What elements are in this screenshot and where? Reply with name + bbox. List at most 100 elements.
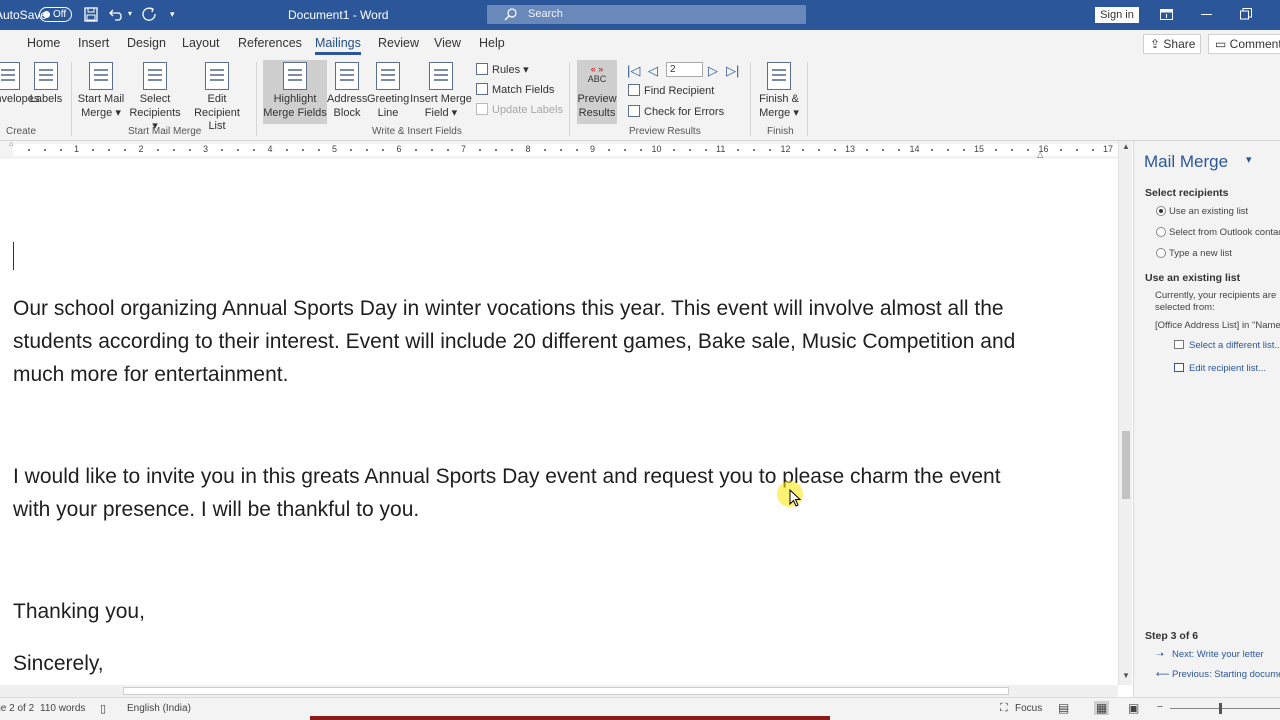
previous-step-arrow-icon: ⟵ [1156, 669, 1170, 680]
ruler-tick [446, 149, 449, 151]
start-mail-merge-icon [89, 62, 113, 90]
share-button[interactable]: ⇪ Share [1143, 34, 1201, 54]
next-step-arrow-icon: ➝ [1156, 649, 1164, 660]
tab-references[interactable]: References [238, 36, 302, 50]
preview-results-button[interactable]: « » ABC Preview Results [577, 60, 617, 124]
option-existing-list[interactable]: Use an existing list [1169, 206, 1248, 217]
web-layout-icon[interactable]: ▣ [1128, 701, 1139, 715]
check-errors-button[interactable]: Check for Errors [628, 105, 724, 118]
tab-home[interactable]: Home [27, 36, 60, 50]
start-mail-merge-button[interactable]: Start Mail Merge ▾ [76, 60, 126, 120]
previous-step-link[interactable]: Previous: Starting document [1172, 669, 1280, 680]
ruler-number: 2 [138, 144, 144, 154]
find-recipient-button[interactable]: Find Recipient [628, 84, 714, 97]
document-page[interactable]: Our school organizing Annual Sports Day … [0, 159, 1118, 685]
edit-recipient-list-link[interactable]: Edit recipient list... [1189, 363, 1266, 374]
paragraph-invitation[interactable]: I would like to invite you in this great… [13, 460, 1043, 526]
zoom-slider-thumb[interactable] [1219, 703, 1222, 714]
insert-merge-field-line1: Insert Merge [410, 93, 472, 105]
next-record-icon[interactable]: ▷ [708, 63, 718, 79]
check-errors-icon [628, 105, 640, 117]
tab-design[interactable]: Design [127, 36, 166, 50]
record-number-input[interactable]: 2 [666, 62, 703, 77]
pane-options-chevron-icon[interactable]: ▾ [1246, 153, 1252, 166]
ruler-tick [866, 149, 869, 151]
edit-recipient-list-button[interactable]: Edit Recipient List [185, 60, 249, 134]
sign-in-button[interactable]: Sign in [1095, 7, 1139, 23]
paragraph-event-description[interactable]: Our school organizing Annual Sports Day … [13, 292, 1043, 391]
closing-sincerely[interactable]: Sincerely, [13, 647, 1043, 680]
language-indicator[interactable]: English (India) [127, 703, 191, 714]
address-block-button[interactable]: Address Block [327, 60, 367, 120]
restore-icon[interactable] [1240, 8, 1252, 20]
finish-merge-button[interactable]: Finish & Merge ▾ [757, 60, 801, 120]
ruler-number: 6 [396, 144, 402, 154]
page-count[interactable]: Page 2 of 2 [0, 703, 34, 714]
vertical-scrollbar[interactable]: ▲ ▼ [1118, 141, 1132, 685]
last-record-icon[interactable]: ▷| [726, 63, 739, 79]
group-create-label: Create [6, 126, 37, 137]
envelopes-button[interactable]: Envelopes [0, 60, 40, 107]
ribbon-display-options-icon[interactable] [1160, 9, 1173, 20]
preview-results-line1: Preview [577, 93, 617, 105]
tab-insert[interactable]: Insert [78, 36, 109, 50]
zoom-out-icon[interactable]: − [1157, 702, 1163, 713]
minimize-icon[interactable] [1201, 14, 1212, 15]
focus-label[interactable]: Focus [1015, 703, 1042, 714]
tab-view[interactable]: View [434, 36, 461, 50]
undo-icon[interactable] [109, 7, 125, 21]
greeting-line-button[interactable]: Greeting Line [367, 60, 409, 120]
radio-existing-list[interactable] [1156, 206, 1166, 216]
undo-dropdown-icon[interactable]: ▾ [128, 9, 132, 18]
read-mode-icon[interactable]: ▤ [1058, 701, 1069, 715]
first-record-icon[interactable]: |◁ [627, 63, 640, 79]
insert-merge-field-button[interactable]: Insert Merge Field ▾ [410, 60, 472, 120]
previous-record-icon[interactable]: ◁ [648, 63, 658, 79]
scroll-thumb[interactable] [1122, 431, 1130, 499]
select-recipients-button[interactable]: Select Recipients ▾ [126, 60, 184, 134]
tab-layout[interactable]: Layout [182, 36, 220, 50]
autosave-toggle[interactable]: Off [39, 7, 72, 22]
ruler-tick [285, 149, 288, 151]
horizontal-ruler[interactable]: ⌂ △ 1 2 3 4 5 6 7 8 9 10 11 12 13 14 15 16 17 [0, 141, 1118, 159]
ruler-tick [817, 149, 820, 151]
customize-toolbar-icon[interactable]: ▾ [170, 9, 175, 20]
labels-button[interactable]: Labels [29, 60, 63, 107]
redo-icon[interactable] [142, 7, 158, 22]
indent-marker-icon[interactable]: ⌂ [9, 141, 17, 159]
closing-thanking[interactable]: Thanking you, [13, 595, 1043, 628]
search-box[interactable]: Search [487, 5, 806, 24]
ruler-tick [301, 149, 304, 151]
envelopes-label: Envelopes [0, 93, 40, 105]
option-new-list[interactable]: Type a new list [1169, 248, 1232, 259]
tab-mailings[interactable]: Mailings [315, 36, 361, 55]
scroll-up-icon[interactable]: ▲ [1122, 142, 1130, 151]
ruler-tick [92, 149, 95, 151]
radio-outlook-contacts[interactable] [1156, 227, 1166, 237]
tab-review[interactable]: Review [378, 36, 419, 50]
select-different-list-link[interactable]: Select a different list... [1189, 340, 1280, 351]
h-scroll-thumb[interactable] [123, 687, 1009, 695]
proofing-book-icon[interactable]: ▯ [100, 702, 106, 715]
word-count[interactable]: 110 words [40, 703, 85, 714]
finish-merge-line1: Finish & [759, 93, 799, 105]
option-outlook-contacts[interactable]: Select from Outlook contacts [1169, 227, 1280, 238]
ribbon: Envelopes Labels Create Start Mail Merge… [0, 58, 1280, 141]
tab-help[interactable]: Help [479, 36, 505, 50]
next-step-link[interactable]: Next: Write your letter [1172, 649, 1264, 660]
rules-button[interactable]: Rules ▾ [476, 63, 529, 76]
match-fields-button[interactable]: Match Fields [476, 83, 554, 96]
save-icon[interactable] [84, 7, 98, 22]
address-block-icon [335, 62, 359, 90]
scroll-down-icon[interactable]: ▼ [1122, 671, 1130, 680]
ruler-number: 16 [1038, 144, 1049, 154]
horizontal-scrollbar[interactable] [0, 685, 1118, 697]
print-layout-icon[interactable]: ▦ [1094, 701, 1110, 715]
comments-button[interactable]: ▭ Comments [1208, 34, 1280, 54]
radio-new-list[interactable] [1156, 248, 1166, 258]
update-labels-button[interactable]: Update Labels [476, 103, 563, 116]
highlight-merge-fields-button[interactable]: Highlight Merge Fields [263, 60, 327, 124]
zoom-slider[interactable] [1170, 708, 1280, 709]
focus-icon[interactable]: ⛶ [1000, 702, 1008, 715]
ruler-tick [43, 149, 46, 151]
